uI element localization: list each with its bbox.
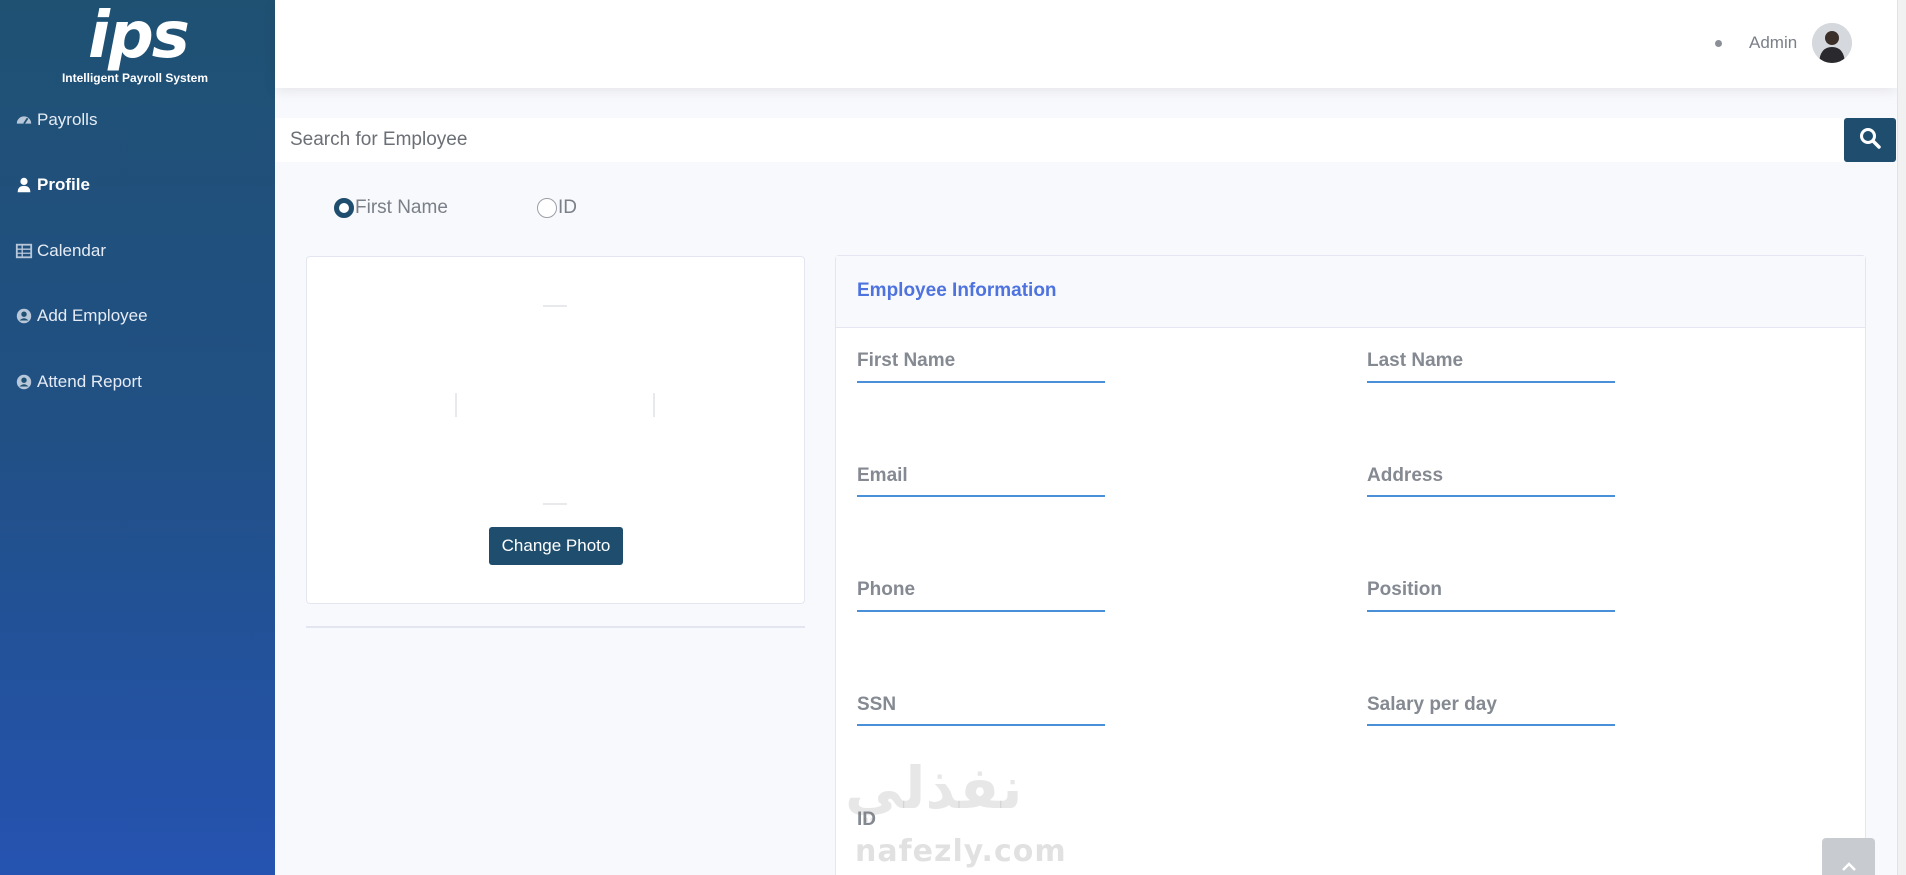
- notification-dot: [1715, 40, 1722, 47]
- sidebar-item-label: Attend Report: [37, 372, 142, 391]
- scroll-to-top-button[interactable]: [1822, 838, 1875, 875]
- sidebar-item-profile[interactable]: Profile: [14, 170, 90, 200]
- sidebar-item-attend-report[interactable]: Attend Report: [14, 367, 142, 397]
- last-name-field[interactable]: [1367, 343, 1615, 383]
- table-icon: [14, 241, 34, 261]
- card-title: Employee Information: [857, 280, 1057, 301]
- ssn-field[interactable]: [857, 686, 1105, 726]
- radio-unchecked-icon[interactable]: [537, 198, 557, 218]
- radio-id[interactable]: ID: [537, 196, 577, 220]
- search-input[interactable]: [275, 118, 1844, 162]
- radio-label: ID: [558, 197, 577, 218]
- salary-field[interactable]: [1367, 686, 1615, 726]
- logo-mark: ips: [88, 0, 190, 73]
- sidebar-item-label: Add Employee: [37, 306, 148, 325]
- watermark-arabic: نفذلي: [845, 754, 1023, 822]
- sidebar-item-calendar[interactable]: Calendar: [14, 236, 106, 266]
- window-scrollbar[interactable]: [1897, 0, 1906, 875]
- user-circle-icon: [14, 372, 34, 392]
- phone-field[interactable]: [857, 572, 1105, 612]
- user-icon: [14, 175, 34, 195]
- radio-first-name[interactable]: First Name: [334, 196, 448, 220]
- gauge-icon: [14, 110, 34, 130]
- first-name-field[interactable]: [857, 343, 1105, 383]
- sidebar-item-add-employee[interactable]: Add Employee: [14, 301, 148, 331]
- watermark-latin: nafezly.com: [855, 834, 1067, 869]
- profile-photo-placeholder: [455, 305, 655, 505]
- change-photo-button[interactable]: Change Photo: [489, 527, 623, 565]
- position-field[interactable]: [1367, 572, 1615, 612]
- top-bar: Admin: [275, 0, 1897, 88]
- search-icon: [1859, 127, 1881, 154]
- divider: [306, 626, 805, 628]
- sidebar-item-label: Profile: [37, 175, 90, 194]
- user-name[interactable]: Admin: [1749, 33, 1797, 53]
- radio-checked-icon[interactable]: [334, 198, 354, 218]
- logo-subtitle: Intelligent Payroll System: [61, 71, 209, 85]
- radio-label: First Name: [355, 197, 448, 218]
- brand-logo[interactable]: ips Intelligent Payroll System: [0, 0, 275, 95]
- card-header: Employee Information: [836, 256, 1865, 328]
- sidebar-item-label: Calendar: [37, 241, 106, 260]
- sidebar: ips Intelligent Payroll System Payrolls …: [0, 0, 275, 875]
- sidebar-item-label: Payrolls: [37, 110, 98, 129]
- user-circle-icon: [14, 306, 34, 326]
- search-button[interactable]: [1844, 118, 1896, 162]
- avatar-icon[interactable]: [1812, 23, 1852, 63]
- photo-card: Change Photo: [306, 256, 805, 604]
- chevron-up-icon: [1841, 858, 1857, 875]
- email-field[interactable]: [857, 457, 1105, 497]
- address-field[interactable]: [1367, 457, 1615, 497]
- sidebar-item-payrolls[interactable]: Payrolls: [14, 105, 97, 135]
